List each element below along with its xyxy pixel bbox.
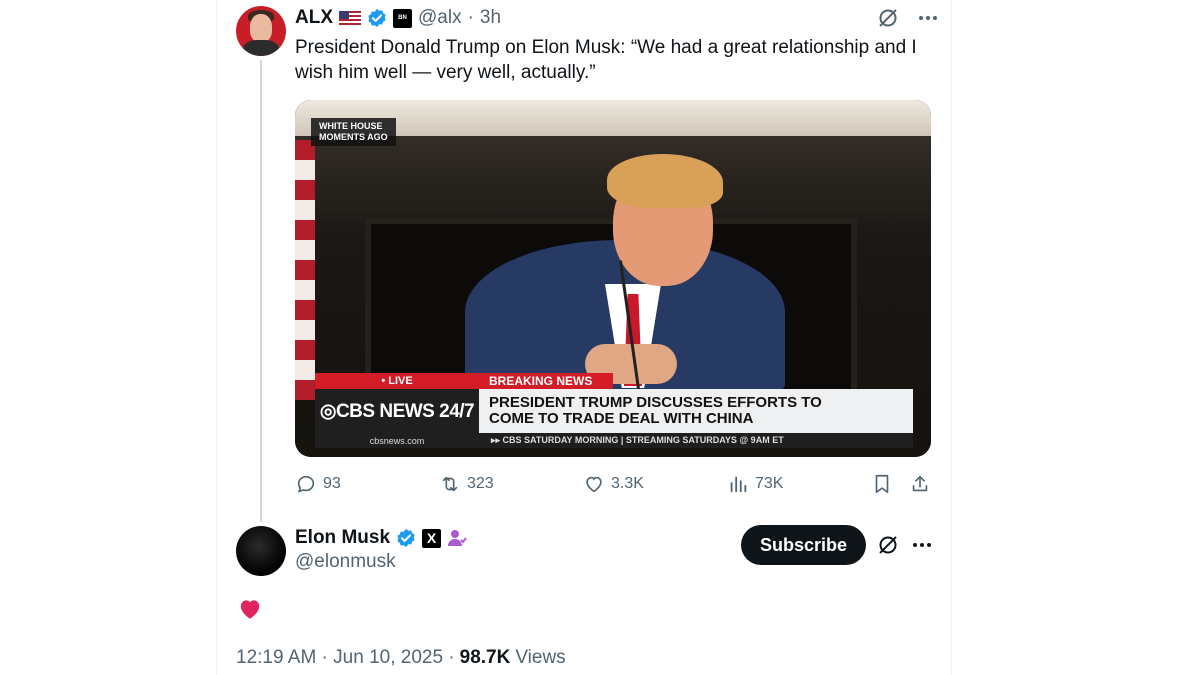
author-name[interactable]: ALX <box>295 7 333 29</box>
author-handle[interactable]: @alx <box>418 7 462 29</box>
header-separator: · <box>467 7 474 28</box>
news-ticker: ▸▸ CBS SATURDAY MORNING | STREAMING SATU… <box>479 433 913 448</box>
verified-badge-icon[interactable] <box>367 8 387 28</box>
musk-avatar[interactable] <box>236 526 286 576</box>
more-options-icon[interactable] <box>910 533 934 557</box>
analytics-icon <box>730 476 747 493</box>
reply-view-count: 98.7K <box>459 647 511 668</box>
timeline-border-left <box>216 0 217 675</box>
share-button[interactable] <box>909 473 931 495</box>
like-button[interactable]: 3.3K <box>583 473 644 495</box>
tweet-time[interactable]: 3h <box>480 7 501 29</box>
views-button[interactable]: 73K <box>727 473 783 495</box>
reply-button[interactable]: 93 <box>295 473 341 495</box>
user-affiliate-icon[interactable] <box>447 528 467 548</box>
heart-emoji-icon <box>240 600 260 619</box>
corner-tag-line2: MOMENTS AGO <box>319 132 388 142</box>
news-headline: PRESIDENT TRUMP DISCUSSES EFFORTS TO COM… <box>479 389 913 433</box>
tweet-actions: 93 323 3.3K 73K <box>295 473 935 497</box>
reply-author-name[interactable]: Elon Musk <box>295 527 390 549</box>
view-count: 73K <box>755 475 784 492</box>
flag-stripes <box>295 140 315 400</box>
like-count: 3.3K <box>611 475 644 492</box>
alx-avatar[interactable] <box>236 6 286 56</box>
corner-tag-line1: WHITE HOUSE <box>319 121 383 131</box>
reply-views-label: Views <box>515 647 566 668</box>
news-lower-third: • LIVE BREAKING NEWS ◎CBS NEWS 24/7 PRES… <box>315 373 913 450</box>
live-label: • LIVE <box>315 373 479 389</box>
reply-icon <box>297 475 315 493</box>
tweet-top-actions <box>876 6 940 30</box>
reply-header: Elon Musk X <box>295 526 467 550</box>
tweet-text: President Donald Trump on Elon Musk: “We… <box>295 37 917 83</box>
reply-handle[interactable]: @elonmusk <box>295 551 396 573</box>
site-label: cbsnews.com <box>315 433 479 448</box>
repost-button[interactable]: 323 <box>439 473 494 495</box>
heart-outline-icon <box>586 476 602 493</box>
reply-timestamp[interactable]: 12:19 AM · Jun 10, 2025 · <box>236 647 455 669</box>
network-logo: ◎CBS NEWS 24/7 <box>315 389 479 433</box>
grok-icon[interactable] <box>876 533 900 557</box>
thread-line <box>260 60 262 522</box>
reply-count: 93 <box>323 475 341 492</box>
x-affiliate-badge-icon[interactable]: X <box>422 528 442 548</box>
repost-count: 323 <box>467 475 494 492</box>
us-flag-icon <box>339 10 361 26</box>
bookmark-icon <box>875 474 889 494</box>
headline-line2: COME TO TRADE DEAL WITH CHINA <box>489 410 754 427</box>
verified-badge-icon[interactable] <box>396 528 416 548</box>
corner-tag: WHITE HOUSE MOMENTS AGO <box>311 118 396 146</box>
grok-icon[interactable] <box>876 6 900 30</box>
timeline-border-right <box>951 0 952 675</box>
headline-line1: PRESIDENT TRUMP DISCUSSES EFFORTS TO <box>489 394 822 411</box>
share-icon <box>912 475 928 492</box>
repost-icon <box>442 476 458 492</box>
more-options-icon[interactable] <box>916 6 940 30</box>
affiliate-badge-icon[interactable]: BN <box>393 8 412 28</box>
video-media[interactable]: WHITE HOUSE MOMENTS AGO • LIVE BREAKING … <box>295 100 931 457</box>
breaking-news-label: BREAKING NEWS <box>479 373 613 389</box>
tweet-header: ALX BN @alx · 3h <box>295 6 501 30</box>
reply-meta: 12:19 AM · Jun 10, 2025 · 98.7K Views <box>236 647 566 669</box>
subscribe-button[interactable]: Subscribe <box>741 525 866 565</box>
bookmark-button[interactable] <box>871 473 893 495</box>
